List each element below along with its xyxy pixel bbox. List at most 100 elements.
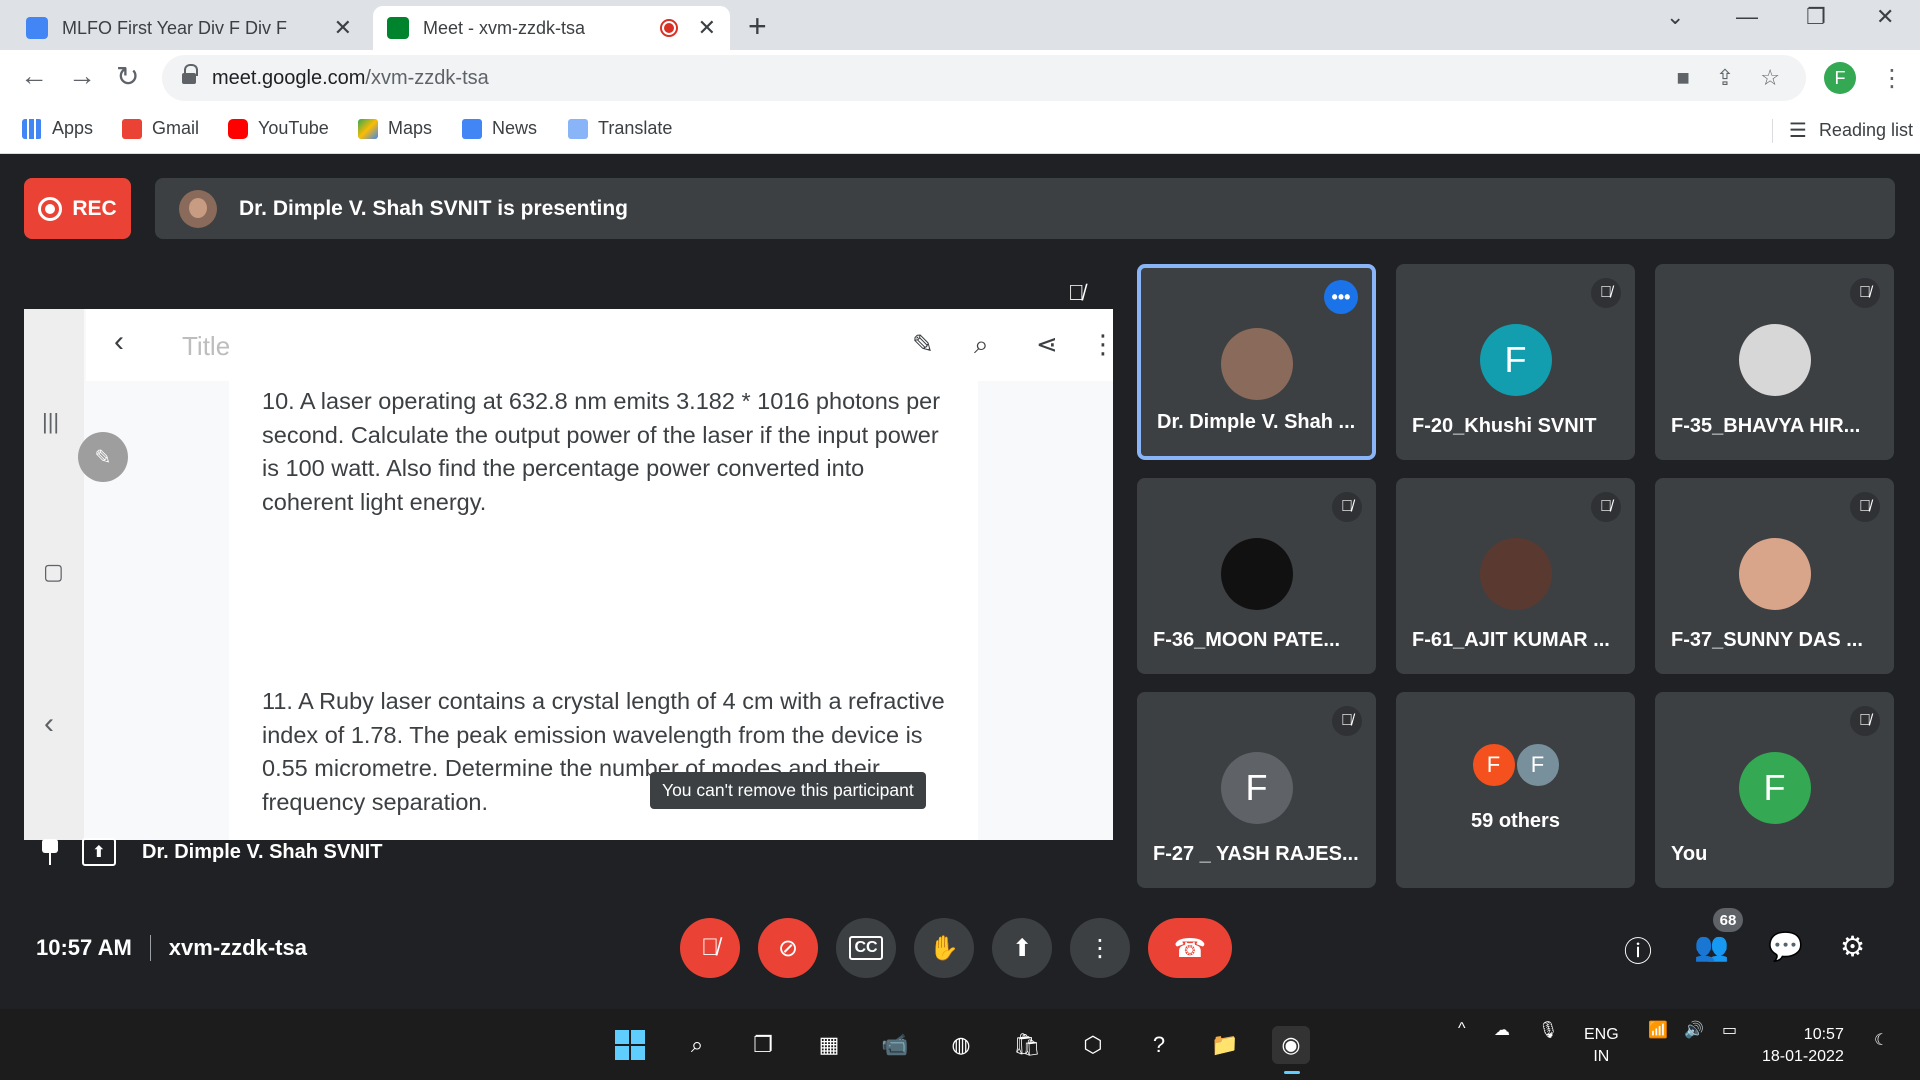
browser-menu-icon[interactable]: ⋮: [1880, 64, 1904, 93]
self-avatar: F: [1738, 752, 1811, 824]
tab-search-icon[interactable]: ⌄: [1666, 4, 1684, 30]
maps-icon: [358, 118, 378, 139]
close-tab-icon[interactable]: ✕: [698, 15, 716, 41]
help-icon[interactable]: ?: [1140, 1026, 1178, 1064]
windows-taskbar: ⌕ ❐ ▦ 📹 ◍ 🛍 ⬡ ? 📁 ◉: [0, 1009, 1920, 1080]
wifi-icon[interactable]: 📶: [1648, 1020, 1668, 1040]
forward-arrow-icon[interactable]: →: [68, 60, 96, 92]
widgets-icon[interactable]: ▦: [810, 1026, 848, 1064]
system-clock[interactable]: 10:57 18-01-2022: [1762, 1024, 1844, 1068]
chrome-icon[interactable]: ◉: [1272, 1026, 1310, 1074]
self-tile[interactable]: 🎙̸ F You: [1655, 692, 1894, 888]
muted-mic-icon: 🎙̸: [1591, 492, 1621, 522]
battery-icon[interactable]: ▭: [1722, 1020, 1737, 1040]
search-icon: ⌕: [974, 329, 989, 359]
language-indicator[interactable]: ENG IN: [1584, 1024, 1619, 1068]
windows-start-icon[interactable]: [611, 1026, 649, 1064]
bookmark-label: News: [492, 118, 538, 138]
reload-icon[interactable]: ↻: [116, 60, 139, 93]
task-view-icon[interactable]: ❐: [744, 1026, 782, 1064]
captions-button[interactable]: CC: [836, 918, 896, 978]
participant-name: F-37_SUNNY DAS ...: [1671, 629, 1863, 651]
edge-icon[interactable]: ◍: [942, 1026, 980, 1064]
notifications-icon[interactable]: ☾: [1874, 1030, 1888, 1050]
restore-button[interactable]: ❐: [1806, 4, 1826, 30]
bookmark-gmail[interactable]: Gmail: [122, 118, 199, 139]
participant-tile[interactable]: 🎙̸ F-61_AJIT KUMAR ...: [1396, 478, 1635, 674]
leave-call-button[interactable]: ☎: [1148, 918, 1232, 978]
participant-avatar: [1479, 538, 1552, 610]
participant-tile[interactable]: 🎙̸ F F-27 _ YASH RAJES...: [1137, 692, 1376, 888]
profile-avatar[interactable]: F: [1824, 62, 1856, 94]
raise-hand-button[interactable]: ✋: [914, 918, 974, 978]
microphone-icon[interactable]: 🎙: [1538, 1020, 1558, 1040]
volume-icon[interactable]: 🔊: [1684, 1020, 1704, 1040]
search-icon[interactable]: ⌕: [678, 1026, 716, 1064]
bookmark-apps[interactable]: Apps: [22, 118, 93, 139]
participant-tile[interactable]: 🎙̸ F F-20_Khushi SVNIT: [1396, 264, 1635, 460]
tab-classroom[interactable]: MLFO First Year Div F Div F ✕: [12, 6, 366, 50]
presenter-avatar: [179, 189, 217, 228]
participant-tile[interactable]: ••• Dr. Dimple V. Shah ...: [1137, 264, 1376, 460]
back-arrow-icon[interactable]: ←: [20, 60, 48, 92]
file-explorer-icon[interactable]: 📁: [1206, 1026, 1244, 1064]
bookmark-translate[interactable]: Translate: [568, 118, 672, 139]
record-icon: [38, 196, 63, 221]
app-icon[interactable]: ⬡: [1074, 1026, 1112, 1064]
participant-tile[interactable]: 🎙̸ F-35_BHAVYA HIR...: [1655, 264, 1894, 460]
people-icon[interactable]: 👥: [1694, 930, 1729, 963]
news-icon: [462, 118, 482, 139]
more-vert-icon: ⋮: [1090, 329, 1113, 359]
lock-icon[interactable]: [182, 64, 198, 86]
others-label: 59 others: [1471, 810, 1560, 832]
tab-meet[interactable]: Meet - xvm-zzdk-tsa ✕: [373, 6, 730, 50]
teams-chat-icon[interactable]: 📹: [876, 1026, 914, 1064]
participant-avatar: F: [1470, 742, 1517, 788]
apps-grid-icon: [22, 118, 42, 139]
shared-screen: ||| ✎ ▢ ‹ ‹ Title ✎ ⌕ ⋖ ⋮ 10. A laser op…: [24, 309, 1113, 840]
activities-icon[interactable]: ⚙: [1840, 930, 1865, 963]
camera-off-button[interactable]: ⊘: [758, 918, 818, 978]
minimize-button[interactable]: —: [1736, 4, 1758, 30]
address-bar[interactable]: meet.google.com/xvm-zzdk-tsa ■ ⇪ ☆: [162, 55, 1806, 101]
bookmark-youtube[interactable]: YouTube: [228, 118, 329, 139]
notes-app-toolbar: ‹ Title ✎ ⌕ ⋖ ⋮: [86, 309, 1113, 381]
divider: [1772, 118, 1773, 143]
meeting-details-icon[interactable]: ⓘ: [1624, 930, 1652, 970]
bookmark-label: Translate: [598, 118, 673, 138]
camera-permission-icon[interactable]: ■: [1677, 65, 1690, 91]
present-icon: ⬆: [82, 838, 116, 866]
chat-icon[interactable]: 💬: [1768, 930, 1803, 963]
time: 10:57: [1803, 1026, 1844, 1043]
participant-tile[interactable]: 🎙̸ F-37_SUNNY DAS ...: [1655, 478, 1894, 674]
more-vert-icon: ⋮: [1088, 934, 1112, 962]
youtube-icon: [228, 118, 248, 139]
pin-icon[interactable]: [40, 839, 60, 865]
close-tab-icon[interactable]: ✕: [334, 15, 352, 41]
chevron-left-icon: ‹: [44, 707, 54, 740]
edit-pen-icon: ✎: [78, 432, 128, 482]
presenter-label: ⬆ Dr. Dimple V. Shah SVNIT: [40, 838, 382, 866]
present-button[interactable]: ⬆: [992, 918, 1052, 978]
onedrive-icon[interactable]: ☁: [1494, 1020, 1510, 1040]
store-icon[interactable]: 🛍: [1008, 1026, 1046, 1064]
show-hidden-icons[interactable]: ^: [1458, 1020, 1466, 1038]
divider: [149, 935, 151, 961]
others-tile[interactable]: F F 59 others: [1396, 692, 1635, 888]
more-options-button[interactable]: ⋮: [1070, 918, 1130, 978]
bookmark-star-icon[interactable]: ☆: [1760, 65, 1780, 91]
new-tab-button[interactable]: +: [748, 8, 767, 45]
participant-name: F-20_Khushi SVNIT: [1412, 415, 1597, 437]
more-options-icon[interactable]: •••: [1324, 280, 1358, 314]
meeting-clock: 10:57 AM: [36, 935, 132, 960]
share-icon[interactable]: ⇪: [1716, 65, 1734, 91]
participant-tile[interactable]: 🎙̸ F-36_MOON PATE...: [1137, 478, 1376, 674]
close-window-button[interactable]: ✕: [1876, 4, 1894, 30]
url-path: /xvm-zzdk-tsa: [365, 66, 489, 89]
recording-badge[interactable]: REC: [24, 178, 131, 239]
bookmark-news[interactable]: News: [462, 118, 537, 139]
reading-list-button[interactable]: ☰ Reading list: [1772, 118, 1913, 143]
bookmark-maps[interactable]: Maps: [358, 118, 432, 139]
recording-indicator-icon: [659, 19, 678, 37]
mic-off-button[interactable]: 🎙̸: [680, 918, 740, 978]
